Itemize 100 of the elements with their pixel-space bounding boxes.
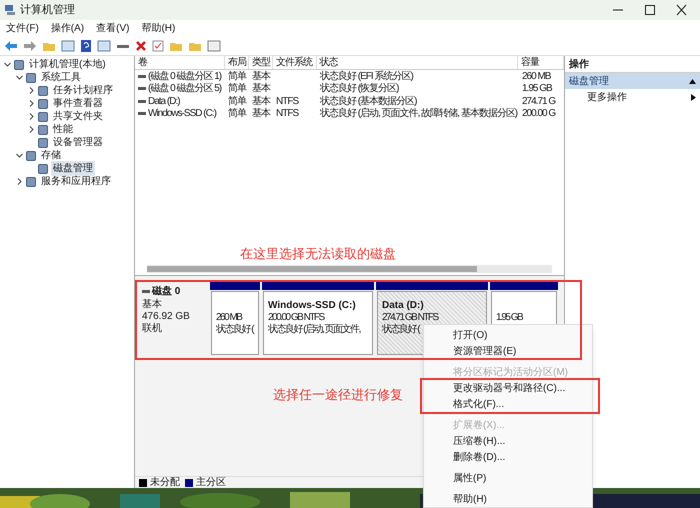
- disk-detail: 476.92 GB: [142, 311, 191, 322]
- forward-arrow-icon[interactable]: [23, 40, 37, 52]
- legend-label: 未分配: [150, 476, 180, 490]
- delete-icon[interactable]: [135, 40, 147, 52]
- tree-item[interactable]: 共享文件夹: [51, 109, 105, 124]
- table-cell-text: 状态良好 (基本数据分区): [320, 94, 416, 108]
- table-cell-text: 200.00 G: [522, 107, 556, 122]
- chevron-right-icon[interactable]: [16, 178, 23, 185]
- tree-item[interactable]: 计算机管理(本地): [27, 57, 108, 72]
- disk-detail: 联机: [142, 323, 163, 335]
- table-cell-text: 简单: [228, 94, 246, 108]
- menu-item[interactable]: 查看(V): [90, 21, 136, 36]
- action-link[interactable]: 更多操作: [587, 90, 691, 104]
- tree-item[interactable]: 事件查看器: [51, 96, 105, 111]
- menu-item[interactable]: 属性(P): [453, 473, 486, 485]
- node-icon: [38, 86, 48, 96]
- tree-item[interactable]: 任务计划程序: [51, 83, 115, 98]
- partition-title: Data (D:): [382, 300, 424, 312]
- node-icon: [38, 124, 48, 134]
- table-cell-text: 基本: [252, 82, 270, 96]
- legend-label: 主分区: [196, 476, 226, 490]
- node-icon: [26, 150, 36, 160]
- node-icon: [38, 138, 48, 148]
- chevron-down-icon[interactable]: [16, 74, 23, 81]
- chevron-down-icon[interactable]: [4, 61, 11, 68]
- table-cell-text: 简单: [228, 82, 246, 96]
- column-header[interactable]: 卷: [135, 56, 225, 69]
- table-cell-text: 基本: [252, 70, 270, 82]
- table-cell-text: (磁盘 0 磁盘分区 5): [148, 82, 222, 96]
- menu-item[interactable]: 帮助(H): [135, 21, 182, 36]
- table-cell-text: 简单: [228, 106, 246, 122]
- column-header[interactable]: 容量: [518, 56, 564, 69]
- tree-item[interactable]: 设备管理器: [51, 135, 105, 150]
- menu-item[interactable]: 更改驱动器号和路径(C)...: [453, 383, 566, 395]
- table-cell-text: 简单: [228, 70, 246, 82]
- partition-detail: 260 MB: [216, 312, 242, 324]
- partition-block[interactable]: Windows-SSD (C:) 200.00 GB NTFS 状态良好 (启动, 页面文件,: [263, 291, 373, 355]
- annotation-text: 选择任一途径进行修复: [273, 386, 403, 404]
- section-header[interactable]: 磁盘管理: [565, 73, 700, 89]
- tree-item[interactable]: 服务和应用程序: [39, 174, 113, 189]
- menu-item[interactable]: 压缩卷(H)...: [453, 436, 506, 448]
- node-icon: [14, 60, 24, 70]
- chevron-right-icon[interactable]: [28, 126, 35, 133]
- table-cell-text: 状态良好 (恢复分区): [320, 82, 398, 96]
- table-cell-text: 1.95 GB: [522, 82, 552, 96]
- chevron-right-icon[interactable]: [28, 87, 35, 94]
- node-icon: [38, 98, 48, 108]
- tree-item[interactable]: 存储: [39, 148, 63, 163]
- partition-detail: 状态良好 (启动, 页面文件,: [268, 324, 360, 336]
- menu-item[interactable]: 删除卷(D)...: [453, 452, 506, 464]
- column-header[interactable]: 文件系统: [272, 56, 317, 69]
- table-cell-text: 基本: [252, 94, 270, 108]
- panel-icon[interactable]: [207, 40, 221, 52]
- partition-block[interactable]: 260 MB 状态良好 (: [211, 291, 259, 355]
- window-title: 计算机管理: [20, 2, 75, 18]
- table-cell-text: 260 MB: [522, 70, 550, 84]
- column-header[interactable]: 布局: [224, 56, 249, 69]
- menu-item[interactable]: 文件(F): [0, 21, 45, 36]
- partition-title: Windows-SSD (C:): [268, 300, 356, 312]
- chevron-right-icon[interactable]: [28, 113, 35, 120]
- partition-detail: 状态良好 (: [216, 324, 254, 336]
- table-cell-text: 274.71 G: [522, 94, 556, 109]
- node-icon: [26, 176, 36, 186]
- table-cell-text: NTFS: [276, 94, 298, 109]
- column-header[interactable]: 状态: [316, 56, 518, 69]
- checklist-icon[interactable]: [152, 40, 164, 52]
- menu-item[interactable]: 格式化(F)...: [453, 399, 504, 411]
- caret-right-icon: [691, 94, 696, 100]
- help-icon[interactable]: [80, 40, 92, 52]
- chevron-right-icon[interactable]: [28, 100, 35, 107]
- horizontal-scrollbar[interactable]: [147, 265, 552, 273]
- panel-icon[interactable]: [97, 40, 111, 52]
- partition-detail: 1.95 GB: [496, 312, 522, 324]
- tree-item[interactable]: 性能: [51, 122, 75, 137]
- partition-detail: 200.00 GB NTFS: [268, 312, 324, 324]
- menu-item[interactable]: 帮助(H): [453, 494, 487, 506]
- node-icon: [38, 112, 48, 122]
- partition-detail: 状态良好 (: [382, 324, 420, 336]
- table-cell-text: 基本: [252, 106, 270, 122]
- partition-detail: 274.71 GB NTFS: [382, 312, 438, 324]
- node-icon: [38, 164, 48, 174]
- table-cell-text: Windows-SSD (C:): [148, 107, 216, 122]
- menu-item[interactable]: 操作(A): [44, 21, 90, 36]
- table-cell-text: NTFS: [276, 107, 298, 122]
- column-header[interactable]: 类型: [248, 56, 273, 69]
- app-icon: [4, 4, 16, 16]
- node-icon: [26, 72, 36, 82]
- disk-name: 磁盘 0: [152, 284, 180, 298]
- tree-item[interactable]: 系统工具: [39, 70, 83, 85]
- caret-up-icon: [689, 78, 696, 84]
- tree-item[interactable]: 磁盘管理: [51, 161, 95, 176]
- back-arrow-icon[interactable]: [4, 40, 18, 52]
- annotation-text: 在这里选择无法读取的磁盘: [240, 245, 396, 263]
- menu-item[interactable]: 打开(O): [453, 330, 488, 342]
- table-cell-text: (磁盘 0 磁盘分区 1): [148, 70, 222, 83]
- table-cell-text: 状态良好 (启动, 页面文件, 故障转储, 基本数据分区): [320, 106, 518, 122]
- table-cell-text: Data (D:): [148, 94, 180, 108]
- panel-icon[interactable]: [61, 40, 75, 52]
- chevron-down-icon[interactable]: [16, 152, 23, 159]
- table-cell-text: 状态良好 (EFI 系统分区): [320, 70, 413, 82]
